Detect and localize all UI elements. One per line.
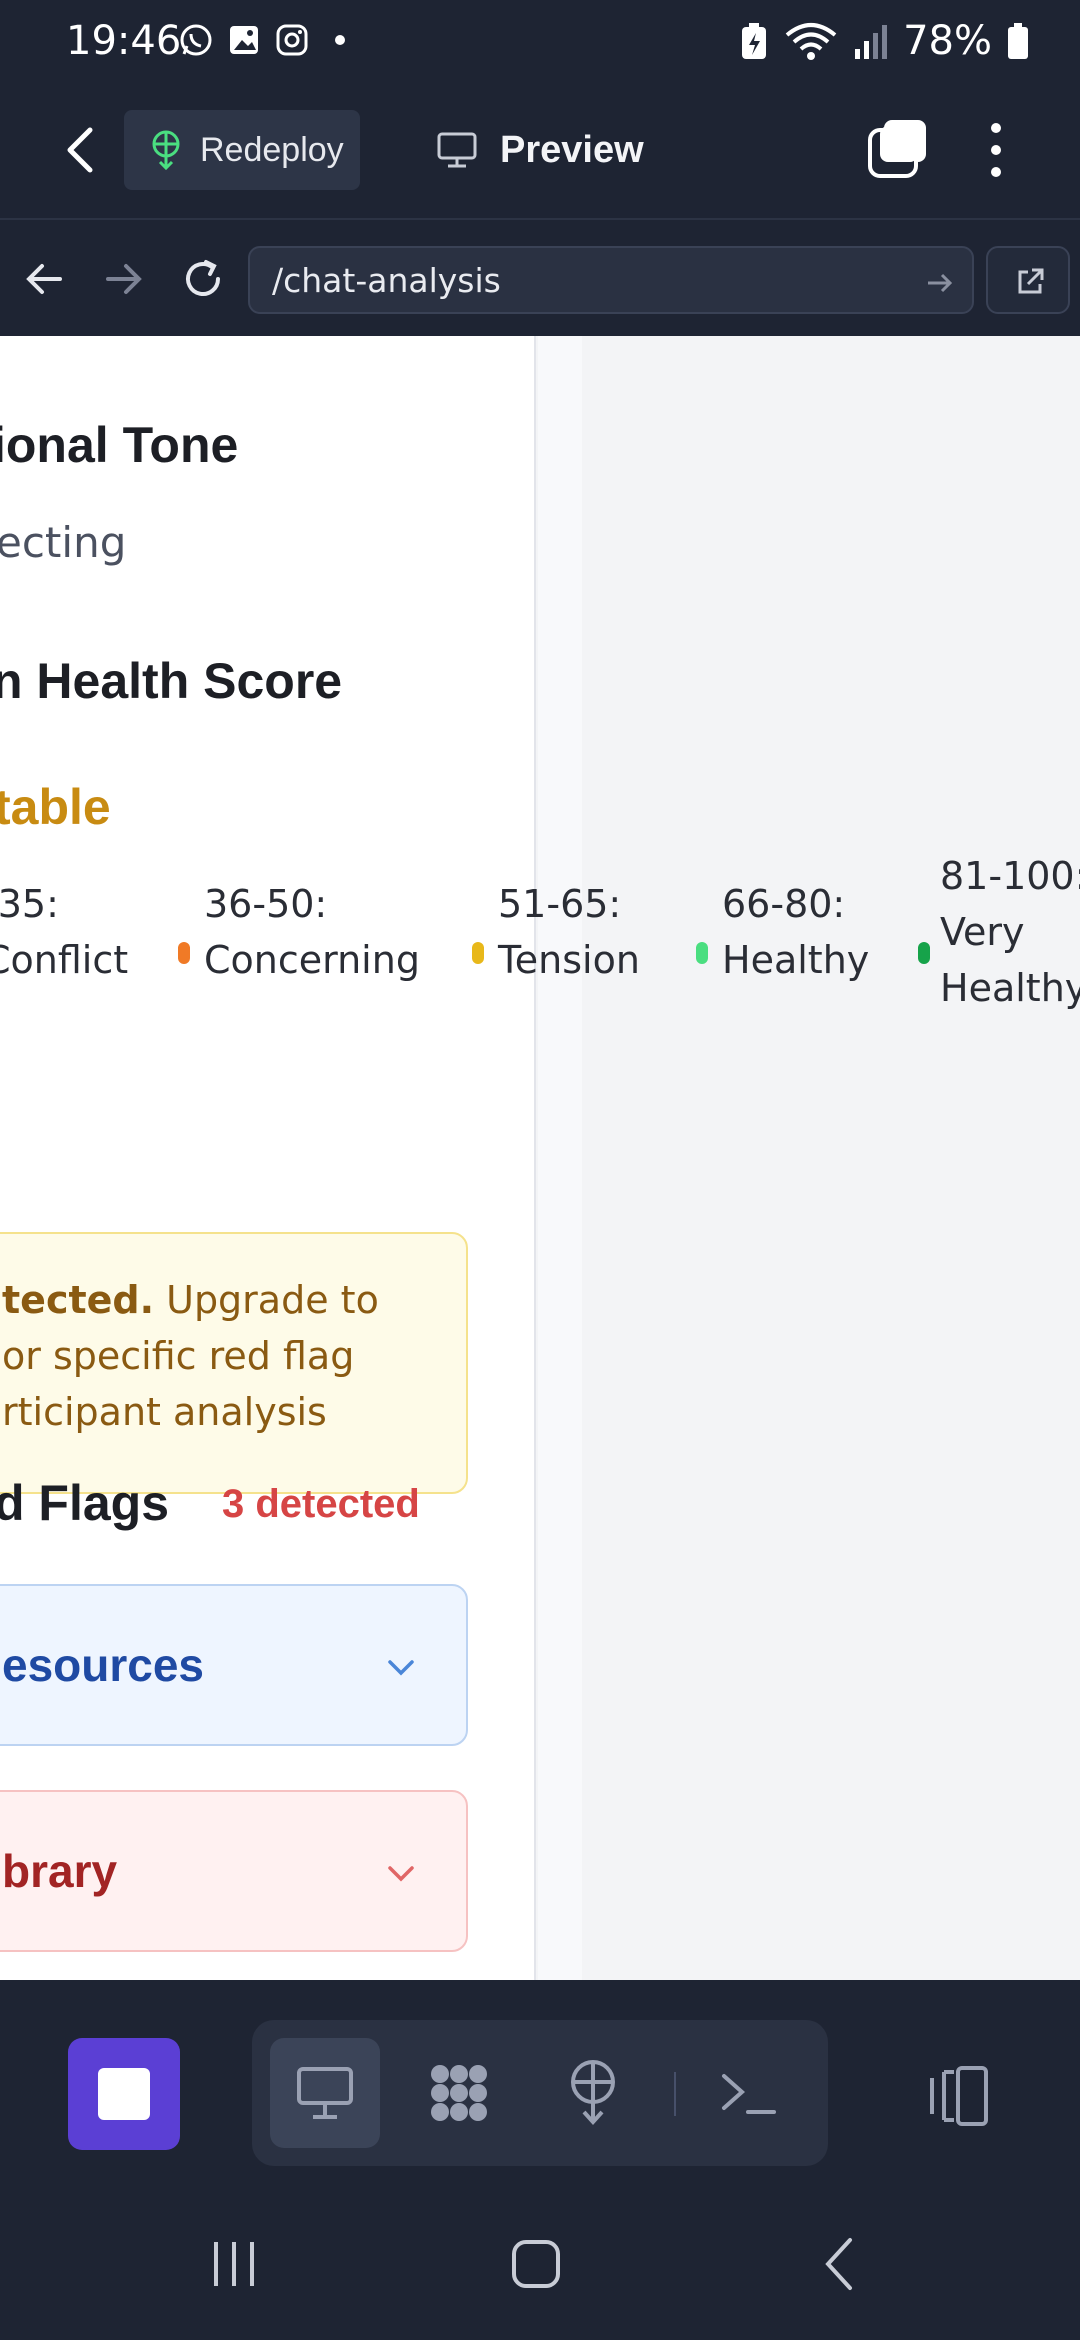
app-toolbar: Redeploy Preview [0,84,1080,220]
legend-range: -35: [0,882,59,926]
upgrade-notice: tected. Upgrade to or specific red flag … [0,1232,468,1494]
notice-line-3: rticipant analysis [2,1390,327,1434]
battery-percent: 78% [903,18,992,64]
health-score-legend: -35: Conflict 36-50: Concerning 51-65: T… [0,854,1080,1076]
deploy-icon [152,130,180,170]
back-icon[interactable] [52,120,112,180]
preview-label: Preview [500,128,644,171]
health-score-heading: n Health Score [0,653,343,709]
resources-accordion[interactable]: esources [0,1584,468,1746]
whatsapp-icon [180,24,212,56]
status-bar: 19:46 78% [0,0,1080,84]
legend-label: Healthy [940,966,1080,1010]
legend-dot-very-healthy [918,942,930,964]
notice-bold: tected. [2,1278,155,1322]
system-nav-bar [0,2180,1080,2340]
notice-line-1-rest: Upgrade to [154,1278,379,1322]
legend-label: Healthy [722,938,870,982]
preview-button[interactable]: Preview [436,110,644,190]
instagram-icon [276,24,308,56]
graph-view-button[interactable] [404,2038,514,2148]
legend-item-conflict: -35: Conflict [0,876,128,988]
nodes-icon [431,2065,487,2121]
terminal-icon [722,2074,776,2114]
url-field[interactable]: /chat-analysis [248,246,974,314]
signal-icon [855,25,888,59]
open-external-button[interactable] [986,246,1070,314]
view-switcher [252,2020,828,2166]
webview-content: ional Tone ecting n Health Score table t… [0,336,1080,1980]
notice-line-1: tected. Upgrade to [2,1272,466,1328]
legend-label: Tension [498,938,640,982]
notice-line-2: or specific red flag [2,1334,355,1378]
deploy-view-button[interactable] [538,2038,648,2148]
desktop-view-button[interactable] [270,2038,380,2148]
terminal-view-button[interactable] [696,2038,806,2148]
deploy-icon [571,2060,615,2125]
red-flags-count: 3 detected [222,1482,420,1526]
go-arrow-icon[interactable] [924,268,954,298]
arrow-left-icon[interactable] [18,252,72,306]
dot-icon [335,35,345,45]
health-score-value: table [0,779,111,835]
page-gutter [538,336,582,1980]
more-vertical-icon[interactable] [976,120,1016,180]
monitor-icon [437,132,477,168]
url-text: /chat-analysis [272,260,501,300]
device-frame-icon[interactable] [922,2064,992,2128]
chevron-down-icon [388,1660,414,1676]
legend-label: Very [940,910,1025,954]
emotional-tone-value: ecting [0,518,127,567]
legend-range: 36-50: [204,882,328,926]
wifi-icon [785,23,837,60]
legend-dot-tension [472,942,484,964]
bottom-app-nav [0,1980,1080,2194]
redeploy-label: Redeploy [200,130,344,169]
legend-dot-healthy [696,942,708,964]
legend-item-very-healthy: 81-100: Very Healthy [940,848,1080,1016]
gallery-icon [230,26,258,54]
battery-saver-icon [742,23,767,59]
legend-range: 51-65: [498,882,622,926]
status-time: 19:46 [66,18,182,64]
switcher-divider [674,2072,676,2116]
home-icon[interactable] [506,2234,566,2294]
library-accordion-label: brary [2,1845,118,1897]
legend-label: Concerning [204,938,420,982]
stop-button[interactable] [68,2038,180,2150]
monitor-icon [297,2067,353,2119]
system-back-icon[interactable] [810,2234,870,2294]
redeploy-button[interactable]: Redeploy [124,110,360,190]
system-icons: 78% [739,18,1030,64]
chevron-down-icon [388,1866,414,1882]
recents-icon[interactable] [204,2234,264,2294]
legend-range: 81-100: [940,854,1080,898]
reload-icon[interactable] [176,252,230,306]
legend-item-healthy: 66-80: Healthy [722,876,869,988]
legend-item-concerning: 36-50: Concerning [204,876,420,988]
browser-bar: /chat-analysis [0,222,1080,336]
emotional-tone-heading: ional Tone [0,417,239,473]
notification-icons [178,22,358,58]
arrow-right-icon[interactable] [96,252,150,306]
resources-accordion-label: esources [2,1639,205,1691]
legend-range: 66-80: [722,882,846,926]
legend-dot-concerning [178,942,190,964]
tabs-icon[interactable] [866,116,930,180]
legend-label: Conflict [0,938,129,982]
red-flags-heading: d Flags [0,1475,170,1531]
chat-analysis-page: ional Tone ecting n Health Score table t… [0,336,536,1980]
library-accordion[interactable]: brary [0,1790,468,1952]
external-link-icon [1018,268,1044,294]
legend-item-tension: 51-65: Tension [498,876,640,988]
battery-icon [1008,23,1028,59]
